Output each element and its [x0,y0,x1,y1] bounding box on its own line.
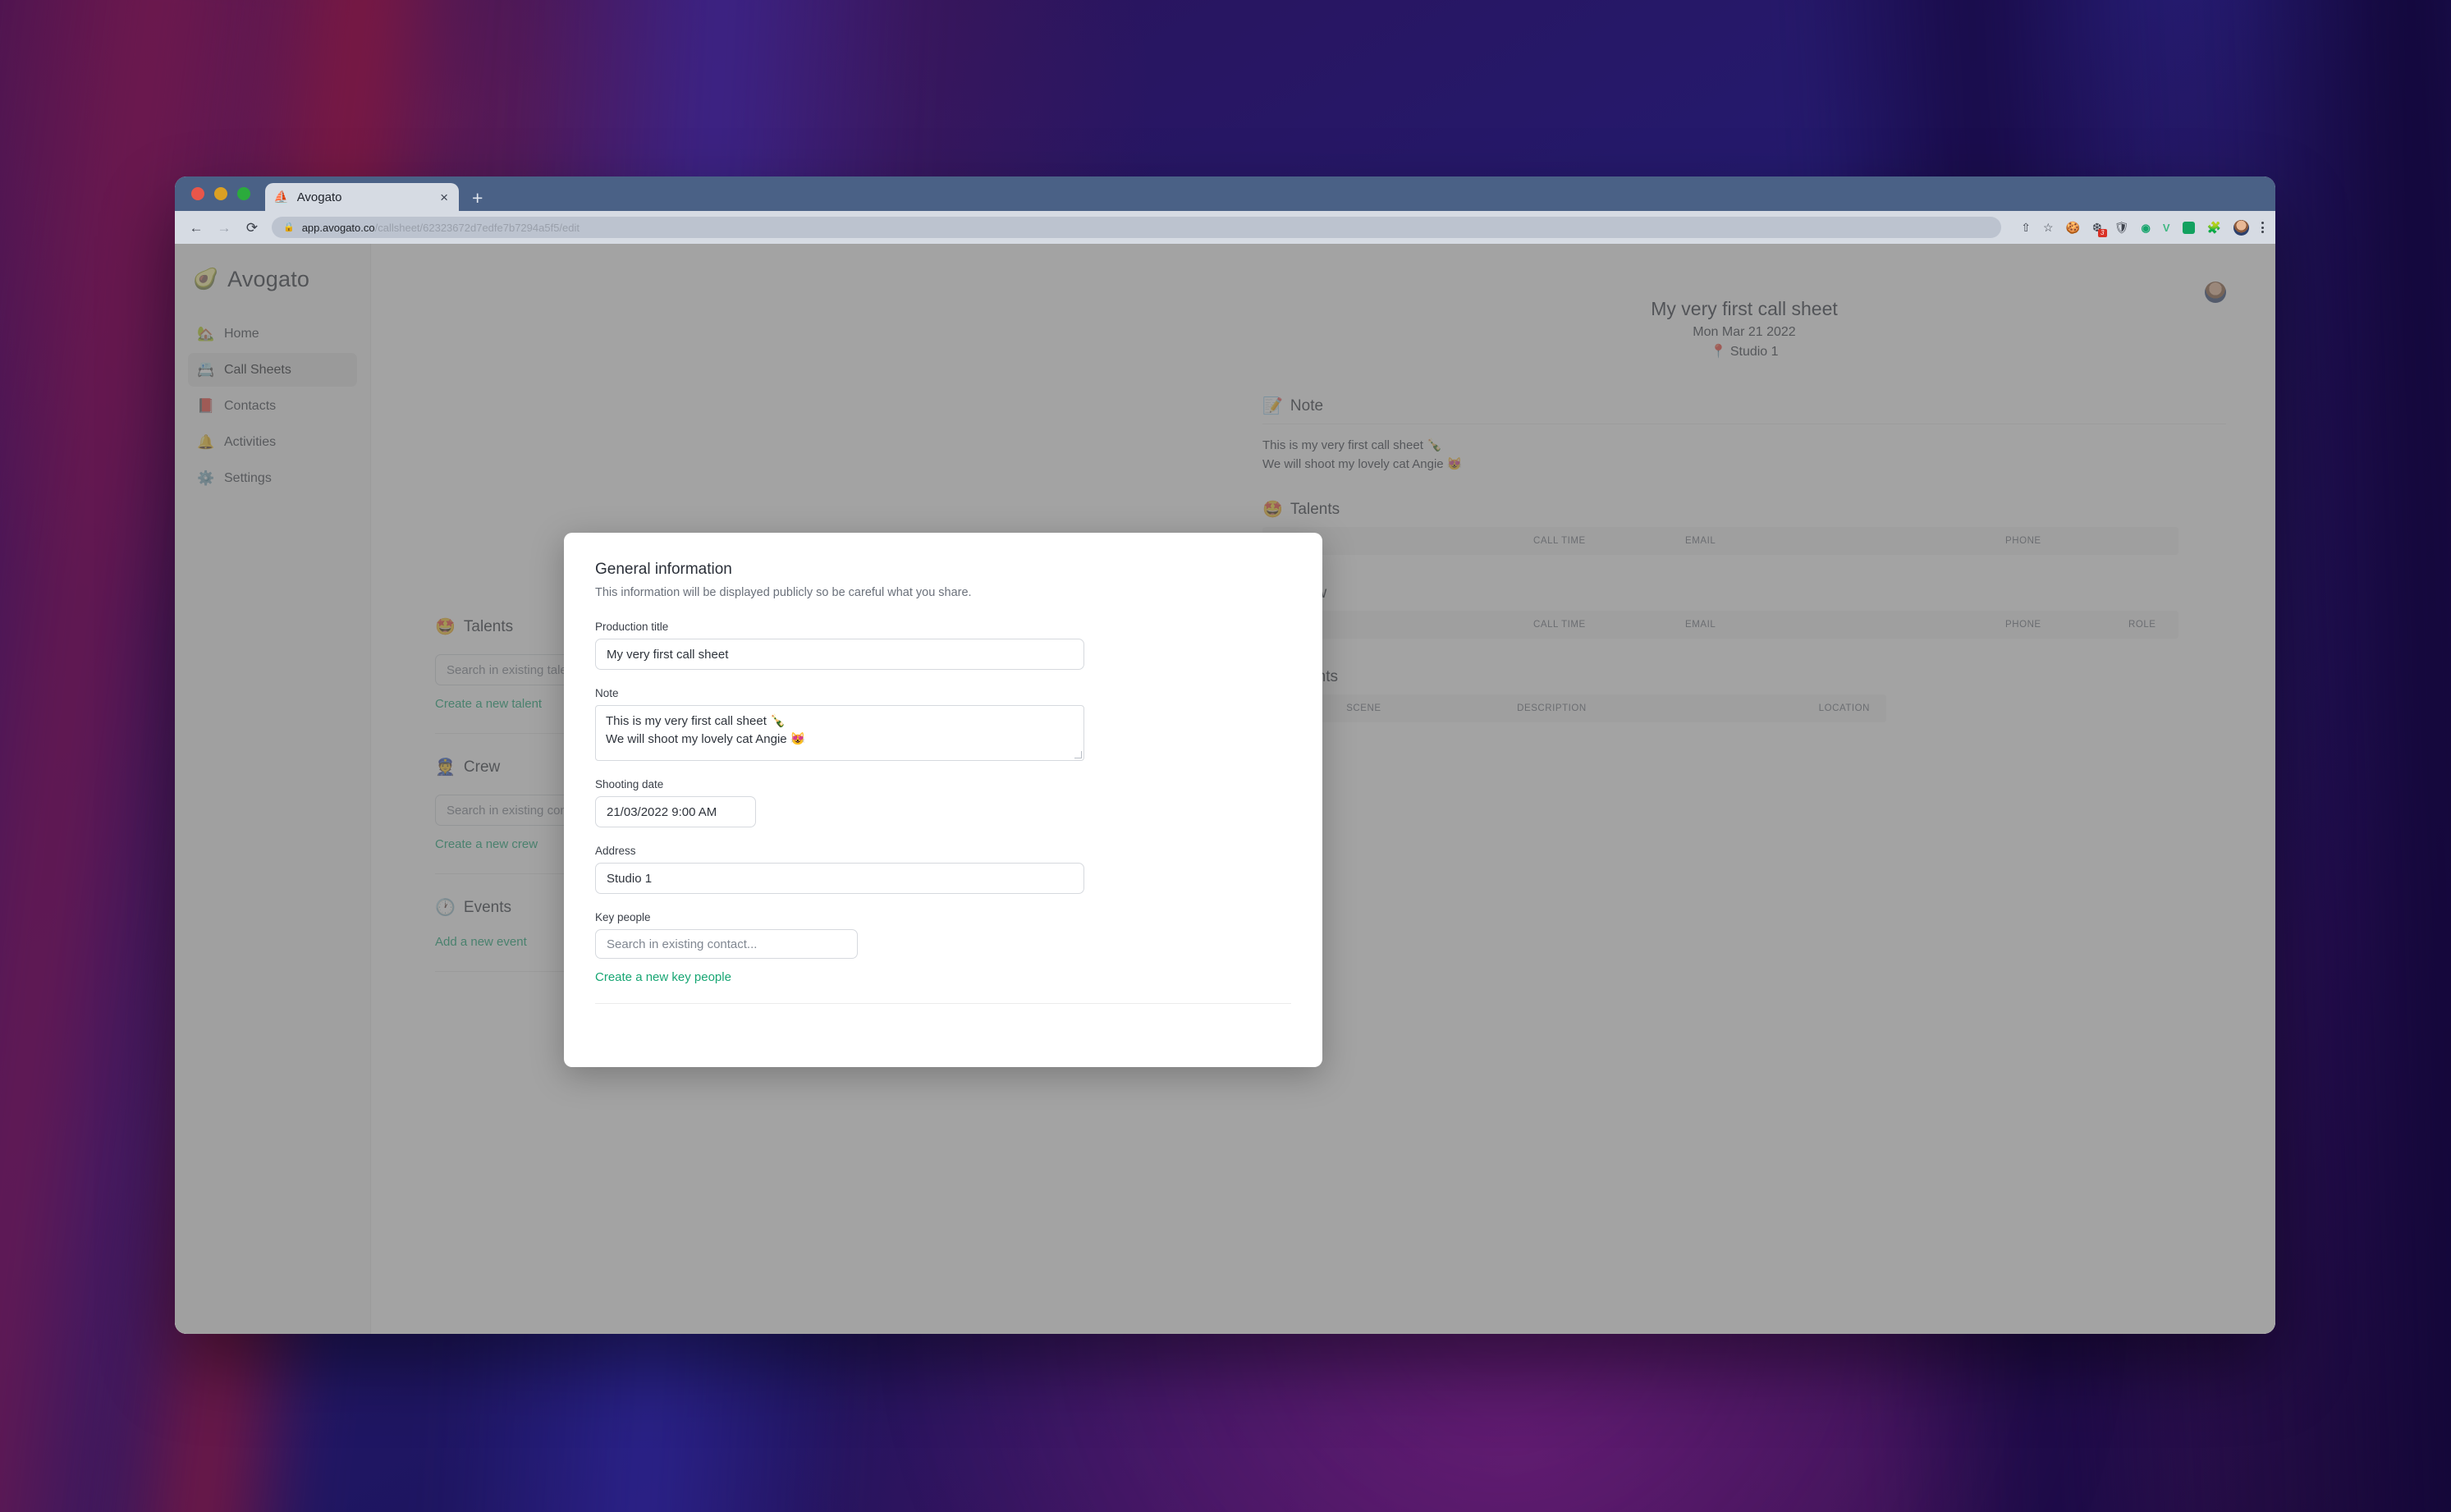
browser-menu-icon[interactable] [2261,222,2264,233]
address-input[interactable]: Studio 1 [595,863,1084,894]
modal-subtitle: This information will be displayed publi… [595,586,972,599]
field-label: Key people [595,911,651,923]
field-label: Note [595,687,619,699]
address-bar[interactable]: 🔒 app.avogato.co/callsheet/62323672d7edf… [272,217,2002,238]
green-extension-icon[interactable] [2182,221,2195,234]
address-bar-url: app.avogato.co/callsheet/62323672d7edfe7… [302,222,580,234]
shooting-date-field: Shooting date 21/03/2022 9:00 AM [595,778,1291,827]
browser-tab-title: Avogato [296,190,342,204]
grammarly-extension-icon[interactable]: ◉ [2142,222,2151,233]
field-label: Address [595,845,636,857]
close-icon[interactable]: × [438,190,451,204]
lock-icon: 🔒 [283,222,295,232]
field-label: Shooting date [595,778,664,790]
note-line: We will shoot my lovely cat Angie 😻 [606,731,806,746]
browser-toolbar-icons: ⇧ ☆ 🍪 ❆ 3 🛡 ◉ V 🧩 [2013,219,2264,237]
production-title-input[interactable]: My very first call sheet [595,639,1084,670]
window-traffic-lights [191,176,265,211]
browser-tab-strip: ⛵ Avogato × + [175,176,2275,211]
shooting-date-input[interactable]: 21/03/2022 9:00 AM [595,796,756,827]
shield-extension-icon[interactable]: 🛡 [2114,222,2129,233]
vue-devtools-extension-icon[interactable]: V [2163,222,2170,233]
bookmark-star-icon[interactable]: ☆ [2043,222,2054,233]
extension-badge-count: 3 [2097,229,2107,237]
share-icon[interactable]: ⇧ [2021,222,2031,233]
desktop-wallpaper: ⛵ Avogato × + ← → ⟳ 🔒 app.avogato.co/cal… [0,0,2451,1512]
close-window-button[interactable] [191,187,204,200]
minimize-window-button[interactable] [214,187,227,200]
browser-profile-avatar[interactable] [2233,219,2249,236]
browser-toolbar: ← → ⟳ 🔒 app.avogato.co/callsheet/6232367… [175,211,2275,244]
browser-tab[interactable]: ⛵ Avogato × [265,183,459,211]
url-host: app.avogato.co [301,221,375,234]
browser-window: ⛵ Avogato × + ← → ⟳ 🔒 app.avogato.co/cal… [175,176,2275,1334]
key-people-field: Key people Search in existing contact...… [595,911,1291,985]
back-button[interactable]: ← [188,221,204,235]
puzzle-extensions-icon[interactable]: 🧩 [2207,222,2221,233]
new-tab-button[interactable]: + [472,189,483,208]
resize-grip-icon[interactable] [1074,751,1082,758]
app-page: 🥑 Avogato 🏡 Home 📇 Call Sheets 📕 Contact… [175,244,2275,1334]
note-textarea[interactable]: This is my very first call sheet 🍾 We wi… [595,705,1084,761]
note-field: Note This is my very first call sheet 🍾 … [595,687,1291,761]
modal-title: General information [595,561,732,578]
snowflake-extension-icon[interactable]: ❆ 3 [2092,222,2107,237]
note-line: This is my very first call sheet 🍾 [606,714,786,728]
reload-button[interactable]: ⟳ [244,221,260,235]
production-title-field: Production title My very first call shee… [595,621,1291,670]
maximize-window-button[interactable] [237,187,250,200]
cookie-extension-icon[interactable]: 🍪 [2066,222,2080,233]
forward-button[interactable]: → [216,221,232,235]
create-key-people-link[interactable]: Create a new key people [595,970,731,984]
general-information-modal: General information This information wil… [564,533,1322,1067]
modal-divider [595,1003,1291,1004]
url-path: /callsheet/62323672d7edfe7b7294a5f5/edit [374,221,580,234]
key-people-search-input[interactable]: Search in existing contact... [595,929,858,959]
sailboat-icon: ⛵ [273,190,289,204]
address-field: Address Studio 1 [595,845,1291,894]
field-label: Production title [595,621,669,633]
